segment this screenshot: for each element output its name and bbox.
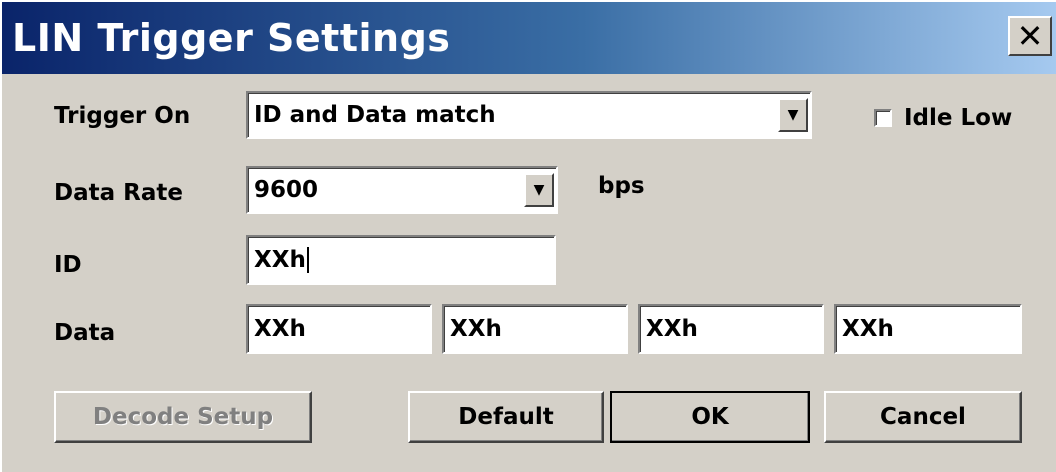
close-button[interactable]: ✕	[1008, 16, 1052, 56]
data-label: Data	[54, 320, 116, 346]
data-byte-3-value: XXh	[646, 316, 698, 342]
data-byte-4-value: XXh	[842, 316, 894, 342]
data-byte-1-input[interactable]: XXh	[246, 304, 432, 354]
chevron-down-icon[interactable]: ▼	[778, 98, 808, 132]
data-byte-1-value: XXh	[254, 316, 306, 342]
idle-low-option[interactable]: Idle Low	[874, 105, 1012, 131]
data-byte-4-input[interactable]: XXh	[834, 304, 1022, 354]
chevron-down-icon[interactable]: ▼	[524, 173, 554, 207]
window-title: LIN Trigger Settings	[12, 16, 451, 60]
idle-low-checkbox[interactable]	[874, 109, 892, 127]
idle-low-label: Idle Low	[904, 105, 1013, 131]
text-caret	[306, 247, 309, 273]
data-byte-2-input[interactable]: XXh	[442, 304, 628, 354]
data-rate-value: 9600	[254, 177, 319, 203]
decode-setup-button[interactable]: Decode Setup	[54, 391, 312, 443]
lin-trigger-settings-dialog: LIN Trigger Settings ✕ Trigger On ID and…	[0, 0, 1056, 472]
data-byte-2-value: XXh	[450, 316, 502, 342]
data-byte-3-input[interactable]: XXh	[638, 304, 824, 354]
trigger-on-value: ID and Data match	[254, 102, 496, 128]
data-rate-select[interactable]: 9600 ▼	[246, 166, 558, 214]
title-bar[interactable]: LIN Trigger Settings ✕	[2, 2, 1056, 74]
trigger-on-select[interactable]: ID and Data match ▼	[246, 91, 812, 139]
trigger-on-label: Trigger On	[54, 103, 191, 129]
id-input[interactable]: XXh	[246, 235, 556, 285]
ok-button[interactable]: OK	[610, 391, 810, 443]
cancel-button[interactable]: Cancel	[824, 391, 1022, 443]
close-icon: ✕	[1016, 17, 1044, 55]
default-button[interactable]: Default	[408, 391, 604, 443]
data-rate-label: Data Rate	[54, 180, 183, 206]
data-rate-unit: bps	[598, 173, 645, 199]
id-value: XXh	[254, 247, 306, 273]
id-label: ID	[54, 252, 82, 278]
